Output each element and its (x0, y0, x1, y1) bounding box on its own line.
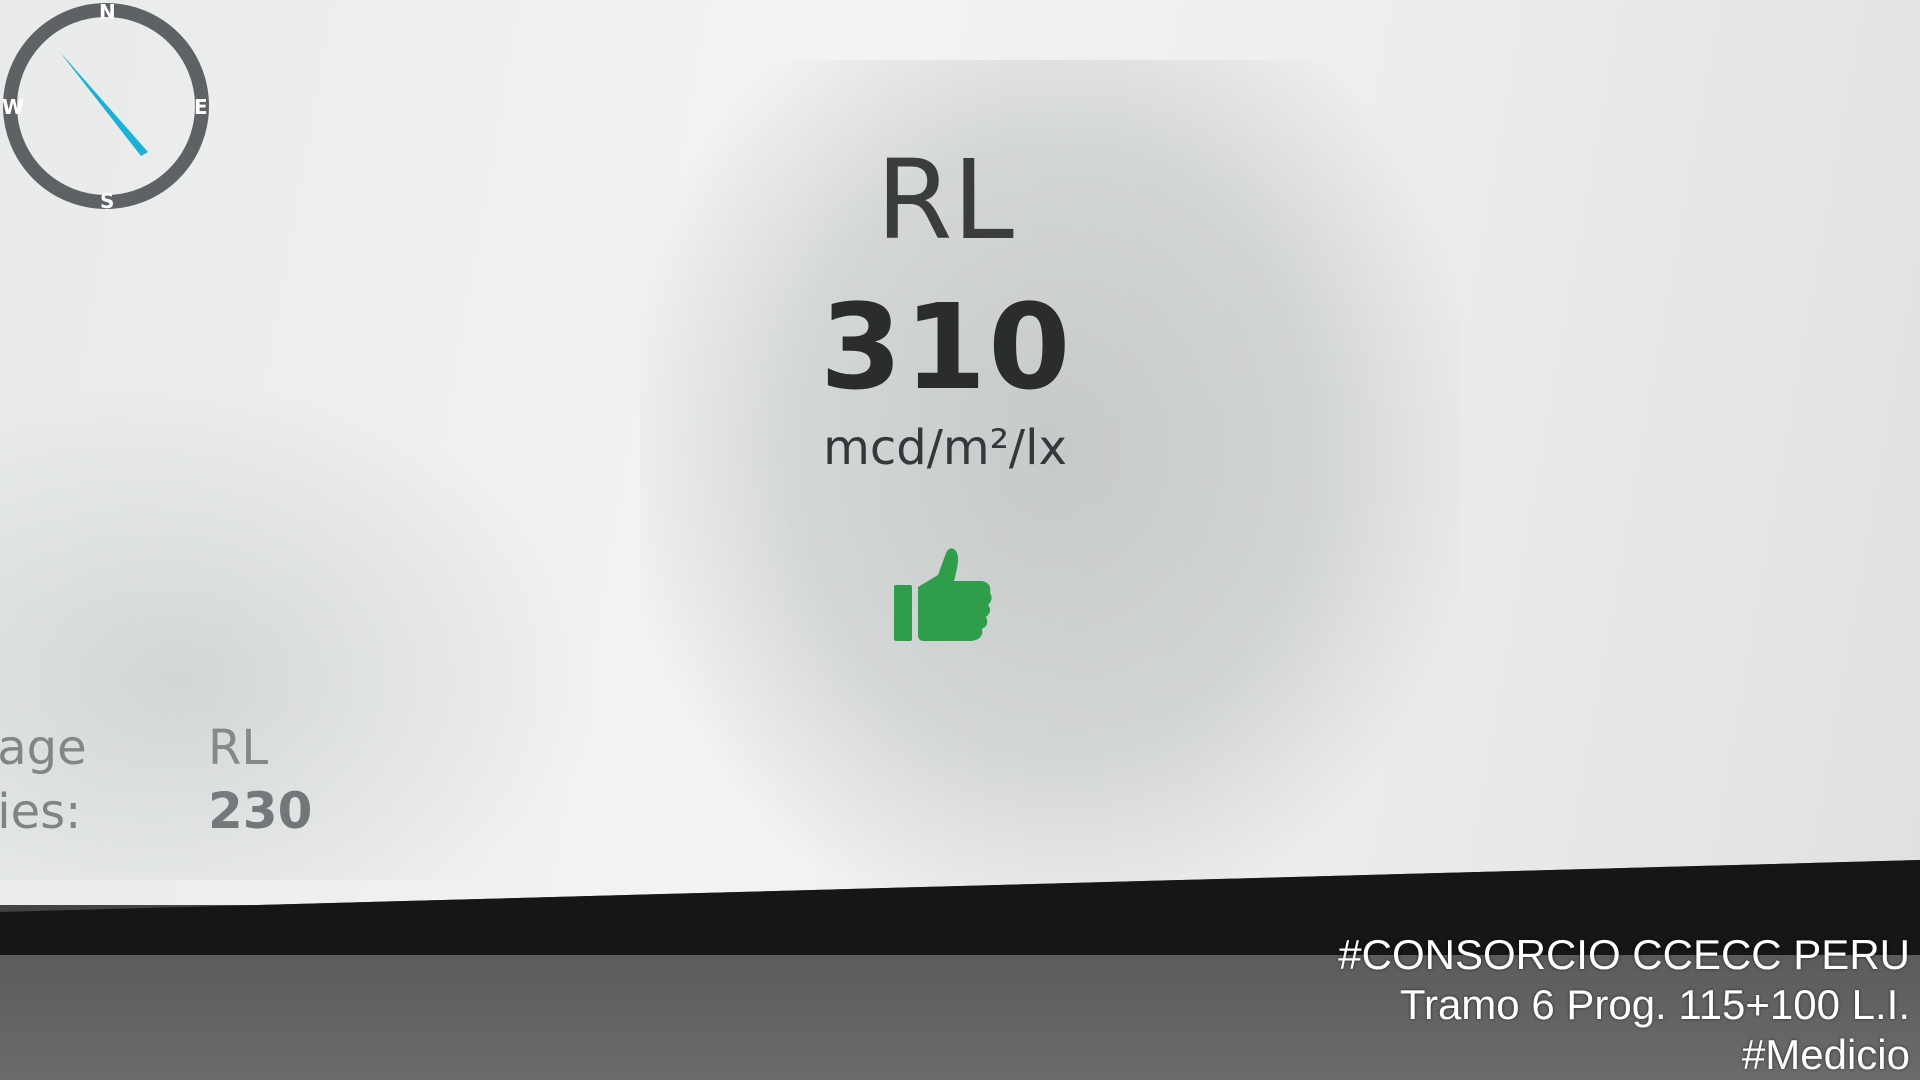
metric-label: RL (876, 136, 1014, 264)
average-label: erage (0, 720, 87, 776)
watermark-tag: #Medicio (1741, 1031, 1910, 1078)
compass-icon (3, 3, 209, 209)
device-screen: RL 310 mcd/m²/lx erage RL eries: 230 (0, 0, 1920, 912)
compass-east: E (194, 95, 208, 119)
compass-north: N (99, 0, 116, 24)
average-series: erage RL eries: 230 (0, 720, 312, 844)
photo: RL 310 mcd/m²/lx erage RL eries: 230 N (0, 0, 1920, 1080)
average-row-value: eries: 230 (0, 782, 312, 844)
metric-value: 310 (820, 278, 1073, 416)
average-value: 230 (208, 782, 313, 840)
compass: N E S W (0, 0, 212, 212)
compass-needle (60, 52, 148, 156)
watermark-company: #CONSORCIO CCECC PERU (1338, 931, 1910, 978)
compass-west: W (2, 95, 25, 119)
series-label: eries: (0, 784, 82, 840)
compass-south: S (100, 189, 115, 213)
photo-watermark: #CONSORCIO CCECC PERU Tramo 6 Prog. 115+… (1338, 930, 1910, 1080)
average-metric: RL (208, 720, 269, 776)
rl-readout: RL 310 mcd/m²/lx (820, 140, 1070, 478)
watermark-location: Tramo 6 Prog. 115+100 L.I. (1399, 981, 1910, 1028)
average-row-label: erage RL (0, 720, 312, 782)
thumbs-up-icon (894, 548, 992, 641)
metric-unit: mcd/m²/lx (823, 420, 1067, 476)
